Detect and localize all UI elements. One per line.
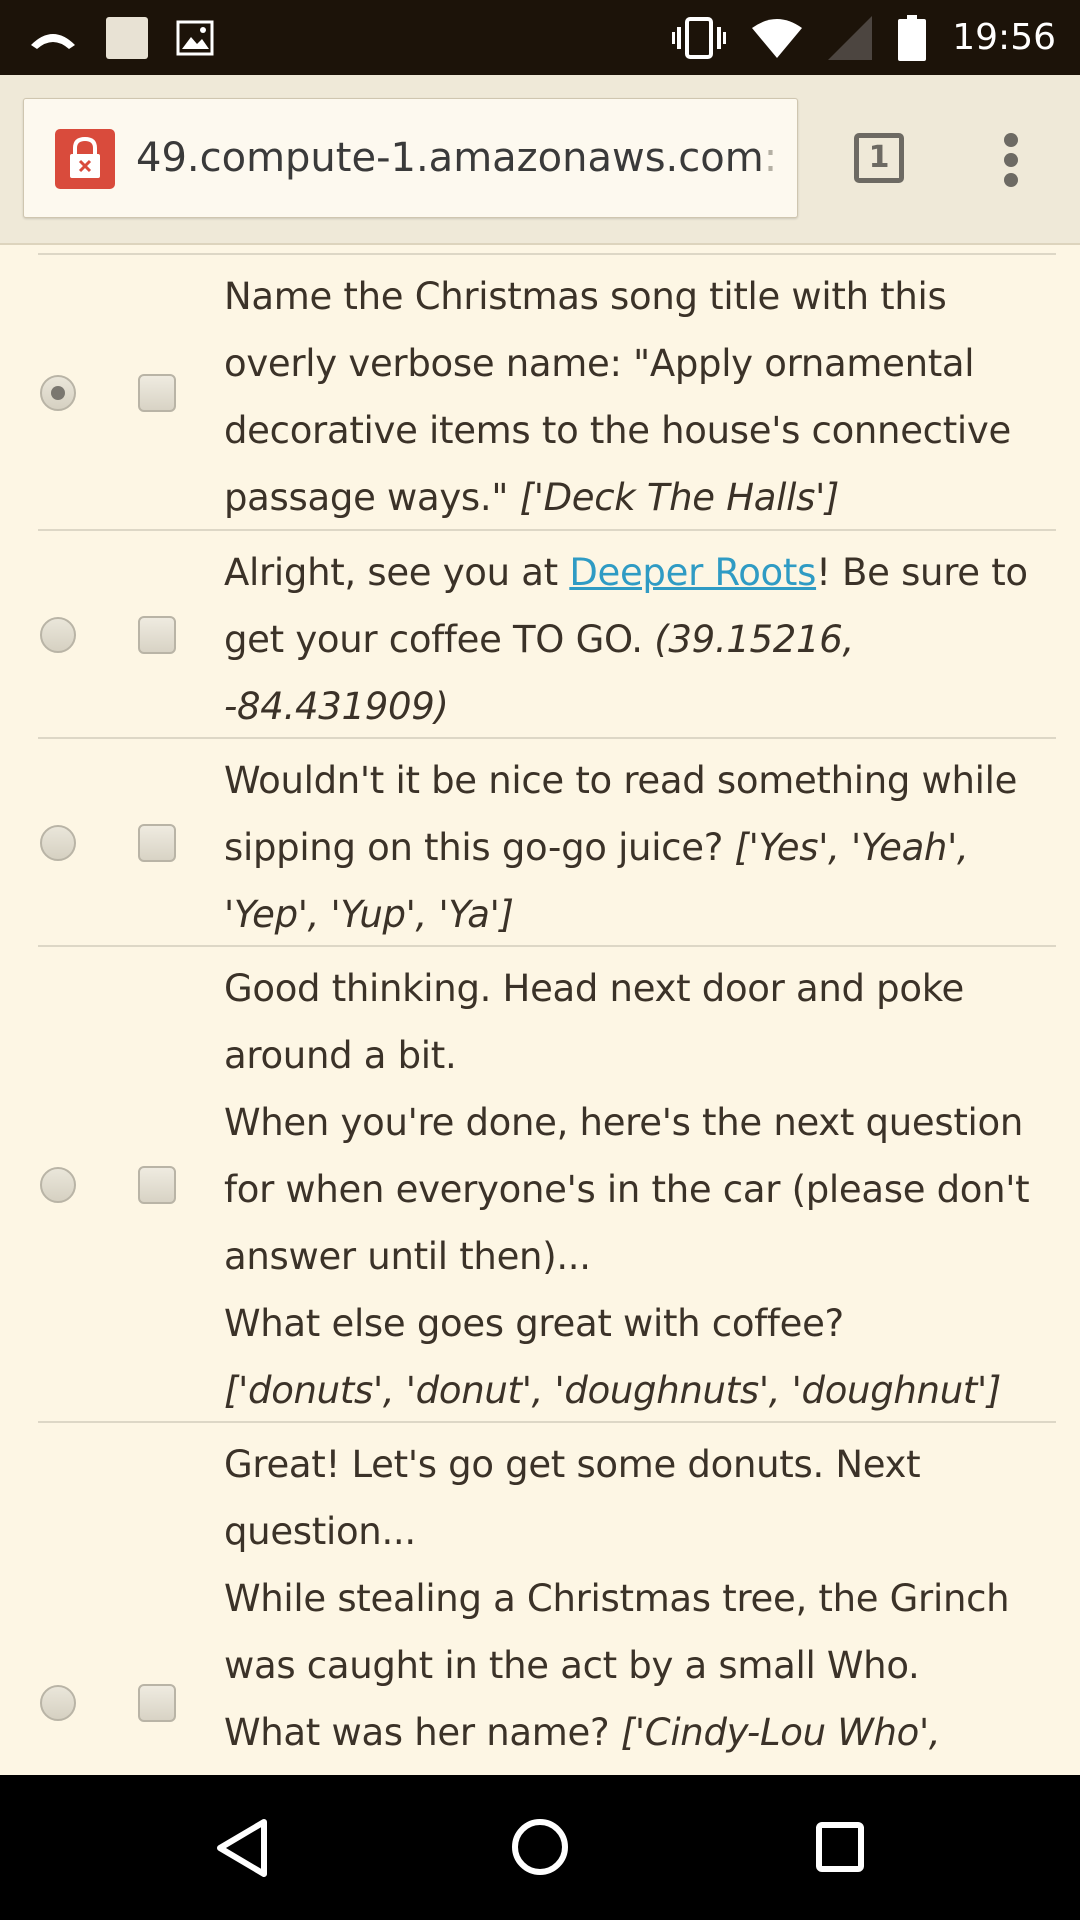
broken-lock-icon[interactable] — [55, 129, 115, 189]
row-radio-button[interactable] — [40, 617, 76, 653]
question-line-2: When you're done, here's the next questi… — [224, 1101, 1030, 1278]
row-checkbox[interactable] — [138, 374, 176, 412]
question-line-1: Good thinking. Head next door and poke a… — [224, 967, 964, 1077]
row-checkbox[interactable] — [138, 824, 176, 862]
row-radio-button[interactable] — [40, 1685, 76, 1721]
row-checkbox[interactable] — [138, 1684, 176, 1722]
question-line-1: Great! Let's go get some donuts. Next qu… — [224, 1443, 921, 1553]
row-radio-button[interactable] — [40, 825, 76, 861]
browser-toolbar: 49.compute-1.amazonaws.com:5 1 — [0, 75, 1080, 245]
image-icon — [176, 20, 214, 55]
missed-call-icon — [31, 33, 75, 49]
vibrate-icon — [672, 16, 727, 59]
answer-list: ['Deck The Halls'] — [519, 476, 840, 519]
question-line-2: While stealing a Christmas tree, the Gri… — [224, 1577, 1010, 1687]
deeper-roots-link[interactable]: Deeper Roots — [569, 551, 816, 594]
list-item: Great! Let's go get some donuts. Next qu… — [38, 1421, 1056, 1775]
question-text: Name the Christmas song title with this … — [224, 263, 1054, 531]
back-icon[interactable] — [214, 1818, 270, 1878]
row-radio-button[interactable] — [40, 375, 76, 411]
list-item: Wouldn't it be nice to read something wh… — [38, 737, 1056, 945]
question-text: Wouldn't it be nice to read something wh… — [224, 747, 1054, 948]
url-host: 49.compute-1.amazonaws.com — [136, 135, 764, 181]
answer-list: ['donuts', 'donut', 'doughnuts', 'doughn… — [224, 1369, 1002, 1412]
row-checkbox[interactable] — [138, 616, 176, 654]
url-port-faded: :5 — [763, 135, 776, 181]
overflow-menu-icon[interactable] — [994, 133, 1028, 187]
row-radio-button[interactable] — [40, 1167, 76, 1203]
system-navigation-bar — [0, 1775, 1080, 1920]
list-item: Name the Christmas song title with this … — [38, 253, 1056, 529]
question-line-3: What else goes great with coffee? — [224, 1302, 844, 1345]
question-line-3: What was her name? — [224, 1711, 610, 1754]
list-item: Good thinking. Head next door and poke a… — [38, 945, 1056, 1421]
battery-icon — [898, 14, 927, 61]
question-text: Alright, see you at Deeper Roots! Be sur… — [224, 539, 1054, 740]
status-bar: 19:56 — [0, 0, 1080, 75]
tab-switcher-button[interactable]: 1 — [854, 133, 904, 183]
wifi-icon — [752, 18, 803, 58]
answer-list: ['Cindy-Lou Who', — [620, 1711, 941, 1754]
question-body-start: Alright, see you at — [224, 551, 570, 594]
question-text: Great! Let's go get some donuts. Next qu… — [224, 1431, 1054, 1766]
row-checkbox[interactable] — [138, 1166, 176, 1204]
signal-icon — [828, 15, 873, 60]
clock: 19:56 — [952, 17, 1056, 58]
notification-square-icon — [106, 16, 148, 59]
question-list: Name the Christmas song title with this … — [0, 245, 1080, 1775]
url-bar[interactable]: 49.compute-1.amazonaws.com:5 — [23, 98, 798, 218]
question-text: Good thinking. Head next door and poke a… — [224, 955, 1054, 1424]
url-text[interactable]: 49.compute-1.amazonaws.com:5 — [136, 99, 776, 217]
list-item: Alright, see you at Deeper Roots! Be sur… — [38, 529, 1056, 737]
home-icon[interactable] — [511, 1818, 569, 1876]
recent-apps-icon[interactable] — [815, 1821, 865, 1873]
